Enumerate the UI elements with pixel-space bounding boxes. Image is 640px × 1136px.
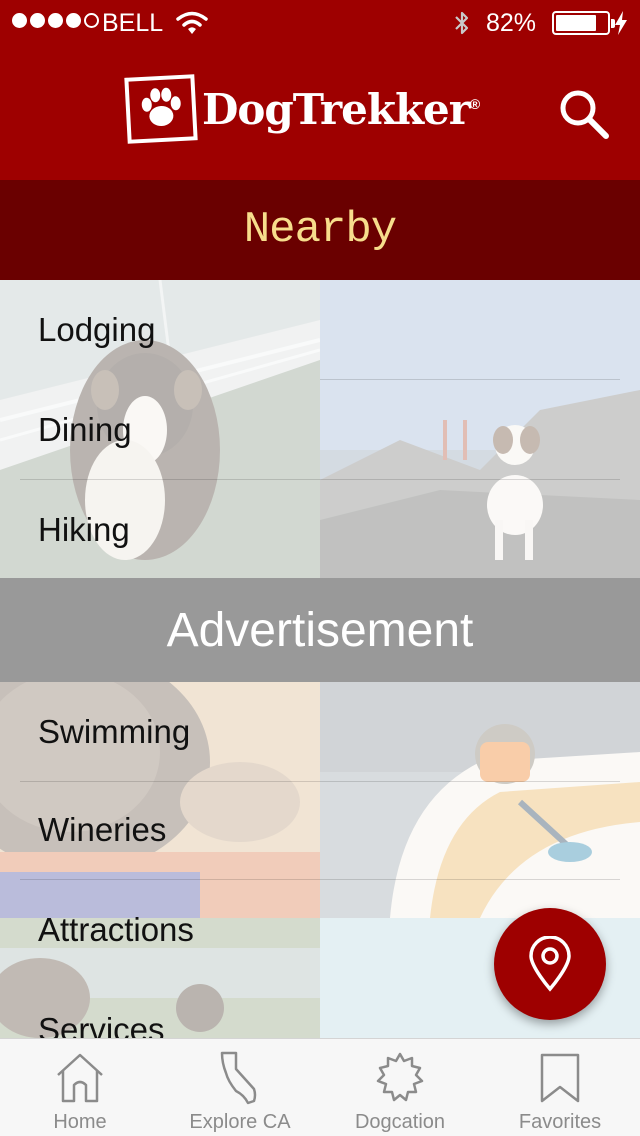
category-wineries[interactable]: Wineries — [0, 780, 640, 880]
tab-label: Home — [53, 1111, 107, 1133]
signal-strength-icon — [12, 13, 99, 28]
wifi-icon — [176, 11, 208, 34]
bluetooth-icon — [455, 11, 469, 35]
badge-icon — [376, 1052, 424, 1102]
charging-icon — [615, 11, 627, 35]
tab-label: Explore CA — [189, 1111, 291, 1133]
category-label: Attractions — [38, 911, 194, 948]
search-button[interactable] — [556, 86, 610, 140]
home-icon — [57, 1053, 103, 1103]
tab-dogcation[interactable]: Dogcation — [320, 1039, 480, 1136]
tab-favorites[interactable]: Favorites — [480, 1039, 640, 1136]
bookmark-icon — [540, 1053, 580, 1103]
paw-icon — [124, 74, 198, 144]
advertisement-banner[interactable]: Advertisement — [0, 578, 640, 682]
category-swimming[interactable]: Swimming — [0, 682, 640, 782]
app-header: BELL 82% DogTrekker® — [0, 0, 640, 180]
tab-bar: Home Explore CA Dogcation Favorites — [0, 1038, 640, 1136]
category-label: Lodging — [38, 311, 156, 348]
carrier-name: BELL — [102, 9, 164, 37]
category-dining[interactable]: Dining — [0, 380, 640, 480]
battery-icon — [552, 11, 615, 35]
battery-percentage: 82% — [486, 9, 537, 37]
category-label: Hiking — [38, 511, 130, 548]
location-button[interactable] — [494, 908, 606, 1020]
advertisement-label: Advertisement — [166, 603, 474, 657]
tab-label: Favorites — [518, 1111, 602, 1133]
california-icon — [220, 1051, 257, 1105]
tab-explore-ca[interactable]: Explore CA — [160, 1039, 320, 1136]
section-banner: Nearby — [0, 180, 640, 280]
battery-fill — [556, 15, 597, 31]
category-label: Swimming — [38, 713, 191, 750]
status-bar: BELL 82% — [0, 0, 640, 44]
logo-wordmark: DogTrekker® — [202, 84, 480, 134]
category-label: Wineries — [38, 811, 167, 848]
dogtrekker-logo: DogTrekker® — [124, 74, 526, 144]
section-title: Nearby — [243, 205, 397, 255]
tab-label: Dogcation — [354, 1111, 446, 1133]
category-hiking[interactable]: Hiking — [0, 480, 640, 580]
category-label: Dining — [38, 411, 132, 448]
map-pin-icon — [529, 936, 571, 992]
tab-home[interactable]: Home — [0, 1039, 160, 1136]
category-lodging[interactable]: Lodging — [0, 280, 640, 380]
